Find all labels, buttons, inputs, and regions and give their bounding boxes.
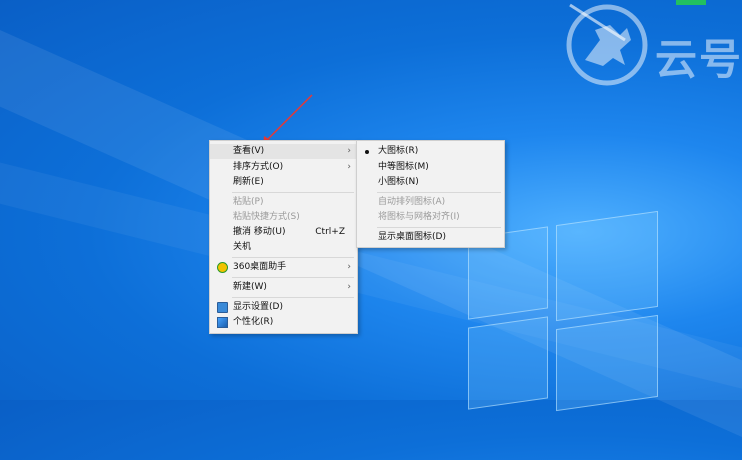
menu-item-paste[interactable]: 粘贴(P) xyxy=(210,195,357,210)
menu-item-label: 关机 xyxy=(233,242,252,252)
menu-item-label: 大图标(R) xyxy=(378,146,419,156)
menu-item-label: 中等图标(M) xyxy=(378,162,429,172)
chevron-right-icon: › xyxy=(347,146,351,156)
menu-item-shutdown[interactable]: 关机 xyxy=(210,240,357,255)
menu-item-label: 显示桌面图标(D) xyxy=(378,232,446,242)
menu-item-label: 刷新(E) xyxy=(233,177,264,187)
submenu-item-align-to-grid[interactable]: 将图标与网格对齐(I) xyxy=(357,210,504,225)
menu-item-360-desktop[interactable]: 360桌面助手 › xyxy=(210,260,357,275)
menu-item-sort-by[interactable]: 排序方式(O) › xyxy=(210,160,357,175)
submenu-item-small-icons[interactable]: 小图标(N) xyxy=(357,175,504,190)
menu-item-new[interactable]: 新建(W) › xyxy=(210,280,357,295)
display-settings-icon xyxy=(217,302,228,313)
menu-divider xyxy=(232,192,354,193)
submenu-item-show-desktop-icons[interactable]: 显示桌面图标(D) xyxy=(357,230,504,245)
menu-item-label: 粘贴快捷方式(S) xyxy=(233,212,300,222)
menu-item-label: 粘贴(P) xyxy=(233,197,264,207)
menu-item-label: 排序方式(O) xyxy=(233,162,284,172)
menu-item-label: 查看(V) xyxy=(233,146,265,156)
menu-item-label: 显示设置(D) xyxy=(233,302,283,312)
selected-bullet-icon xyxy=(365,150,369,154)
view-submenu: 大图标(R) 中等图标(M) 小图标(N) 自动排列图标(A) 将图标与网格对齐… xyxy=(356,140,505,248)
menu-item-label: 将图标与网格对齐(I) xyxy=(378,212,460,222)
menu-item-label: 个性化(R) xyxy=(233,317,274,327)
menu-item-display-settings[interactable]: 显示设置(D) xyxy=(210,300,357,315)
shortcut-label: Ctrl+Z xyxy=(315,227,345,237)
menu-divider xyxy=(377,192,501,193)
submenu-item-medium-icons[interactable]: 中等图标(M) xyxy=(357,160,504,175)
menu-divider xyxy=(232,277,354,278)
menu-divider xyxy=(377,227,501,228)
menu-item-label: 撤消 移动(U) xyxy=(233,227,286,237)
chevron-right-icon: › xyxy=(347,282,351,292)
menu-item-label: 小图标(N) xyxy=(378,177,419,187)
chevron-right-icon: › xyxy=(347,262,351,272)
desktop-context-menu: 查看(V) › 排序方式(O) › 刷新(E) 粘贴(P) 粘贴快捷方式(S) … xyxy=(209,140,358,334)
360-icon xyxy=(217,262,228,273)
chevron-right-icon: › xyxy=(347,162,351,172)
menu-item-label: 360桌面助手 xyxy=(233,262,287,272)
personalize-icon xyxy=(217,317,228,328)
menu-item-refresh[interactable]: 刷新(E) xyxy=(210,175,357,190)
menu-item-undo-move[interactable]: 撤消 移动(U) Ctrl+Z xyxy=(210,225,357,240)
menu-item-label: 自动排列图标(A) xyxy=(378,197,446,207)
menu-item-label: 新建(W) xyxy=(233,282,267,292)
menu-item-personalize[interactable]: 个性化(R) xyxy=(210,315,357,330)
menu-item-view[interactable]: 查看(V) › xyxy=(210,144,357,159)
menu-divider xyxy=(232,257,354,258)
submenu-item-auto-arrange[interactable]: 自动排列图标(A) xyxy=(357,195,504,210)
submenu-item-large-icons[interactable]: 大图标(R) xyxy=(357,144,504,159)
menu-divider xyxy=(232,297,354,298)
menu-item-paste-shortcut[interactable]: 粘贴快捷方式(S) xyxy=(210,210,357,225)
